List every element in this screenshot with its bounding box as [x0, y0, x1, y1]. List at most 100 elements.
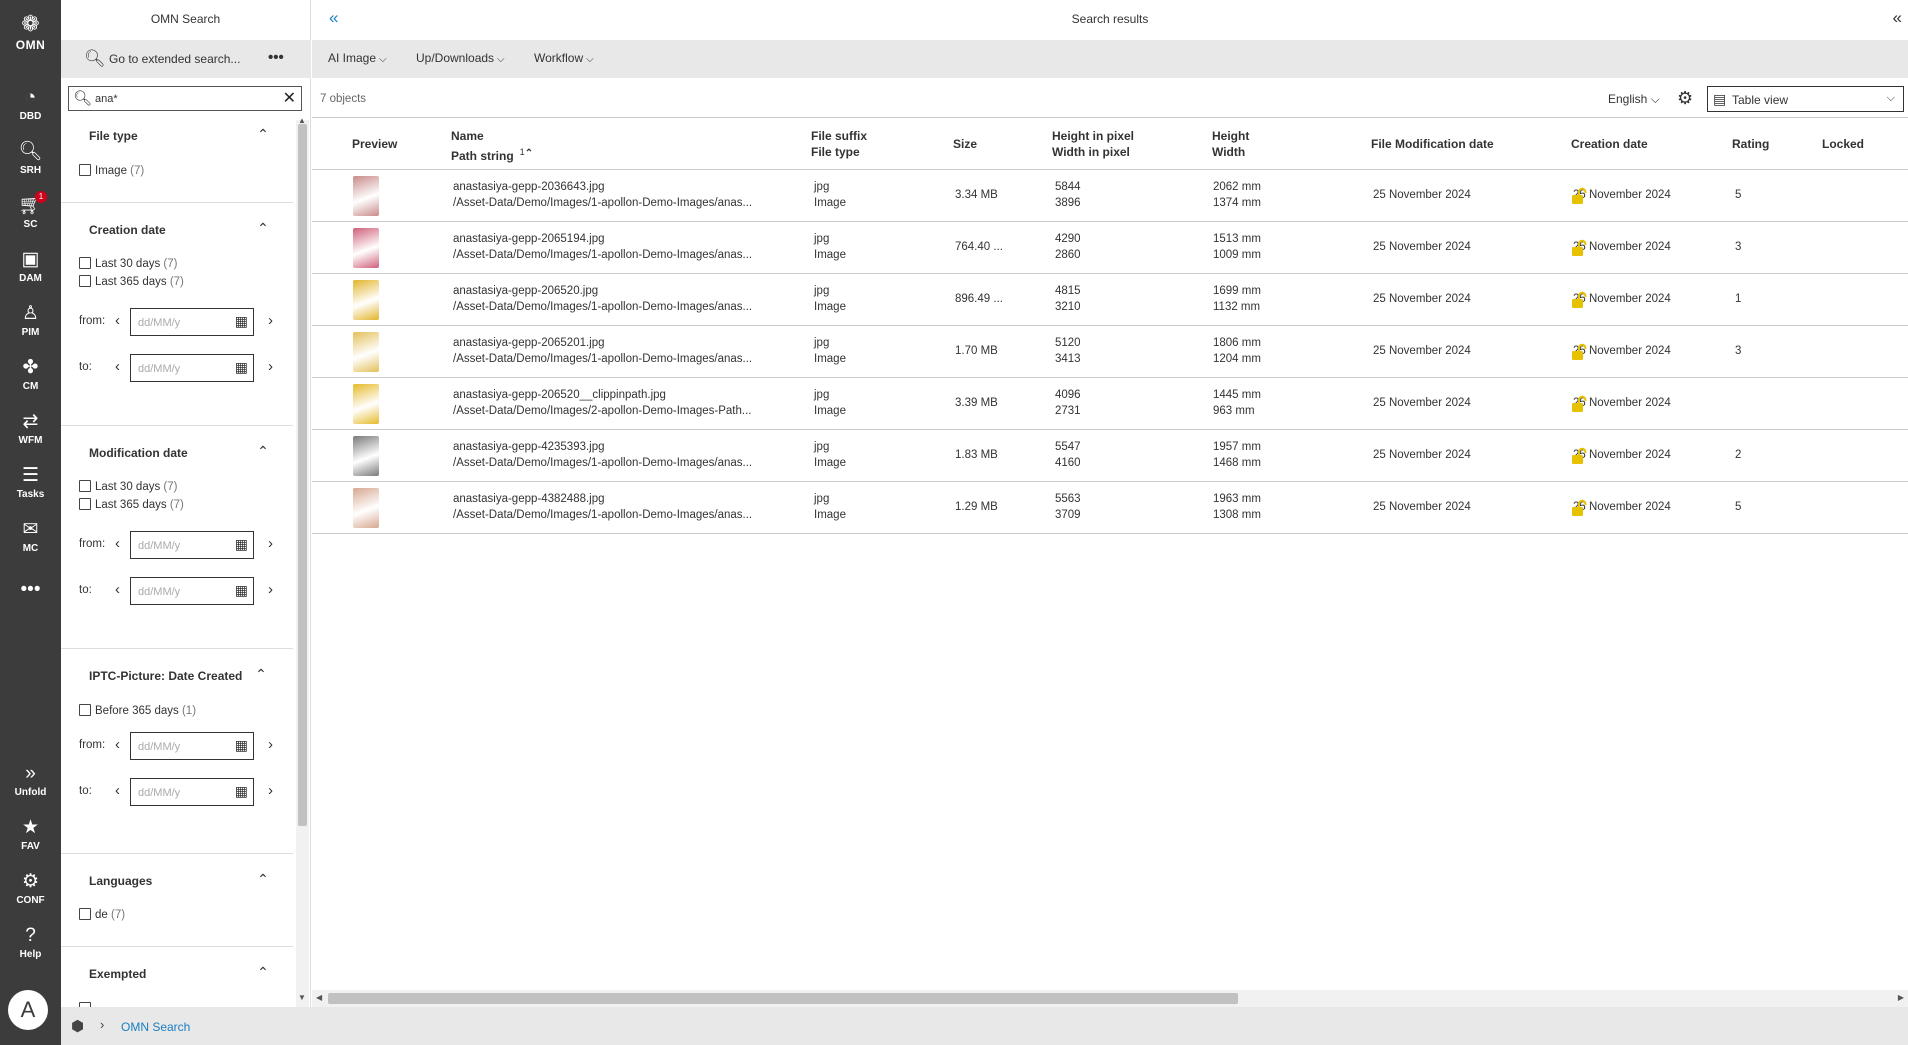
date-to-input[interactable]: dd/MM/y ▦ [130, 778, 254, 806]
more-options-icon[interactable]: ••• [268, 49, 284, 66]
chevron-left-icon[interactable]: ‹ [115, 535, 120, 552]
search-input[interactable] [95, 90, 275, 108]
preview-thumbnail[interactable] [353, 280, 379, 320]
unlocked-icon[interactable] [1570, 395, 1588, 413]
preview-thumbnail[interactable] [353, 436, 379, 476]
chevron-right-icon[interactable]: › [268, 535, 273, 552]
language-select[interactable]: English ⌵ [1608, 92, 1660, 107]
chevron-up-icon[interactable]: ⌃ [257, 221, 269, 235]
clear-search-icon[interactable]: ✕ [283, 88, 296, 108]
rail-item-dam[interactable]: ▣ DAM [0, 248, 61, 284]
preview-thumbnail[interactable] [353, 228, 379, 268]
preview-thumbnail[interactable] [353, 332, 379, 372]
user-avatar[interactable]: A [8, 990, 48, 1030]
col-file-suffix[interactable]: File suffix File type [811, 128, 867, 160]
checkbox[interactable] [79, 908, 91, 920]
sort-ascending-icon[interactable]: ⌃ [525, 148, 533, 159]
facet-option[interactable]: Last 30 days (7) [79, 480, 177, 496]
rail-item-unfold[interactable]: » Unfold [0, 762, 61, 798]
collapse-right-icon[interactable]: « [1893, 8, 1902, 28]
menu-workflow[interactable]: Workflow ⌵ [534, 51, 594, 65]
scroll-left-arrow-icon[interactable]: ◀ [316, 993, 322, 1002]
rail-item-help[interactable]: ? Help [0, 924, 61, 960]
chevron-up-icon[interactable]: ⌃ [257, 965, 269, 979]
chevron-left-icon[interactable]: ‹ [115, 782, 120, 799]
unlocked-icon[interactable] [1570, 239, 1588, 257]
facet-option[interactable]: Before 365 days (1) [79, 704, 196, 720]
menu-up-downloads[interactable]: Up/Downloads ⌵ [416, 51, 505, 65]
calendar-icon[interactable]: ▦ [235, 359, 248, 376]
checkbox[interactable] [79, 704, 91, 716]
facet-header[interactable]: Languages ⌃ [61, 865, 293, 895]
date-from-input[interactable]: dd/MM/y ▦ [130, 308, 254, 336]
chevron-right-icon[interactable]: › [268, 782, 273, 799]
table-row[interactable]: anastasiya-gepp-4382488.jpg/Asset-Data/D… [312, 482, 1908, 534]
chevron-left-icon[interactable]: ‹ [115, 581, 120, 598]
date-to-input[interactable]: dd/MM/y ▦ [130, 577, 254, 605]
rail-item-pim[interactable]: ♙ PIM [0, 302, 61, 338]
rail-item-wfm[interactable]: ⇄ WFM [0, 410, 61, 446]
rail-item-mc[interactable]: ✉ MC [0, 518, 61, 554]
checkbox[interactable] [79, 275, 91, 287]
facet-header[interactable]: Creation date ⌃ [61, 214, 293, 244]
chevron-up-icon[interactable]: ⌃ [257, 872, 269, 886]
breadcrumb-omn-search[interactable]: OMN Search [121, 1020, 190, 1034]
unlocked-icon[interactable] [1570, 291, 1588, 309]
table-row[interactable]: anastasiya-gepp-2036643.jpg/Asset-Data/D… [312, 170, 1908, 222]
scroll-right-arrow-icon[interactable]: ▶ [1898, 993, 1904, 1002]
col-size[interactable]: Size [953, 136, 977, 152]
menu-ai-image[interactable]: AI Image ⌵ [328, 51, 387, 65]
extended-search-link[interactable]: Go to extended search... [109, 52, 240, 66]
chevron-up-icon[interactable]: ⌃ [257, 127, 269, 141]
preview-thumbnail[interactable] [353, 176, 379, 216]
chevron-up-icon[interactable]: ⌃ [257, 444, 269, 458]
col-preview[interactable]: Preview [352, 136, 397, 152]
facet-option[interactable]: Image (7) [79, 164, 144, 180]
table-row[interactable]: anastasiya-gepp-4235393.jpg/Asset-Data/D… [312, 430, 1908, 482]
col-creation-date[interactable]: Creation date [1571, 136, 1648, 152]
scrollbar-thumb[interactable] [328, 993, 1238, 1004]
facet-option[interactable]: Last 365 days (7) [79, 275, 184, 291]
date-to-input[interactable]: dd/MM/y ▦ [130, 354, 254, 382]
col-rating[interactable]: Rating [1732, 136, 1769, 152]
table-row[interactable]: anastasiya-gepp-206520__clippinpath.jpg /… [312, 378, 1908, 430]
facet-header[interactable]: Exempted ⌃ [61, 958, 293, 988]
calendar-icon[interactable]: ▦ [235, 313, 248, 330]
rail-more-button[interactable]: ••• [0, 578, 61, 602]
unlocked-icon[interactable] [1570, 499, 1588, 517]
horizontal-scrollbar[interactable]: ◀ ▶ [312, 990, 1908, 1007]
facet-option[interactable]: Last 365 days (7) [79, 498, 184, 514]
cube-icon[interactable]: ⬢ [71, 1017, 84, 1035]
rail-item-srh[interactable]: 🔍︎ SRH [0, 140, 61, 176]
calendar-icon[interactable]: ▦ [235, 536, 248, 553]
col-pixel-dims[interactable]: Height in pixel Width in pixel [1052, 128, 1134, 160]
settings-gear-icon[interactable]: ⚙ [1677, 88, 1693, 109]
chevron-right-icon[interactable]: › [268, 736, 273, 753]
calendar-icon[interactable]: ▦ [235, 582, 248, 599]
facet-header[interactable]: File type ⌃ [61, 120, 293, 150]
scrollbar-thumb[interactable] [298, 124, 307, 826]
facet-option[interactable]: de (7) [79, 908, 125, 924]
calendar-icon[interactable]: ▦ [235, 737, 248, 754]
table-row[interactable]: anastasiya-gepp-206520.jpg/Asset-Data/De… [312, 274, 1908, 326]
chevron-left-icon[interactable]: ‹ [115, 312, 120, 329]
chevron-left-icon[interactable]: ‹ [115, 736, 120, 753]
col-locked[interactable]: Locked [1822, 136, 1864, 152]
col-name[interactable]: Name Path string 1⌃ [451, 128, 533, 164]
chevron-right-icon[interactable]: › [268, 358, 273, 375]
rail-item-conf[interactable]: ⚙ CONF [0, 870, 61, 906]
chevron-left-icon[interactable]: ‹ [115, 358, 120, 375]
chevron-right-icon[interactable]: › [268, 312, 273, 329]
checkbox[interactable] [79, 480, 91, 492]
checkbox[interactable] [79, 498, 91, 510]
chevron-up-icon[interactable]: ⌃ [255, 667, 267, 681]
unlocked-icon[interactable] [1570, 343, 1588, 361]
checkbox[interactable] [79, 257, 91, 269]
rail-item-sc[interactable]: 🛒︎ 1 SC [0, 191, 61, 230]
table-row[interactable]: anastasiya-gepp-2065194.jpg/Asset-Data/D… [312, 222, 1908, 274]
preview-thumbnail[interactable] [353, 384, 379, 424]
omn-logo[interactable]: ❁ OMN [0, 12, 61, 53]
rail-item-dbd[interactable]: ◔ DBD [0, 86, 61, 122]
facet-option[interactable]: Last 30 days (7) [79, 257, 177, 273]
checkbox[interactable] [79, 164, 91, 176]
